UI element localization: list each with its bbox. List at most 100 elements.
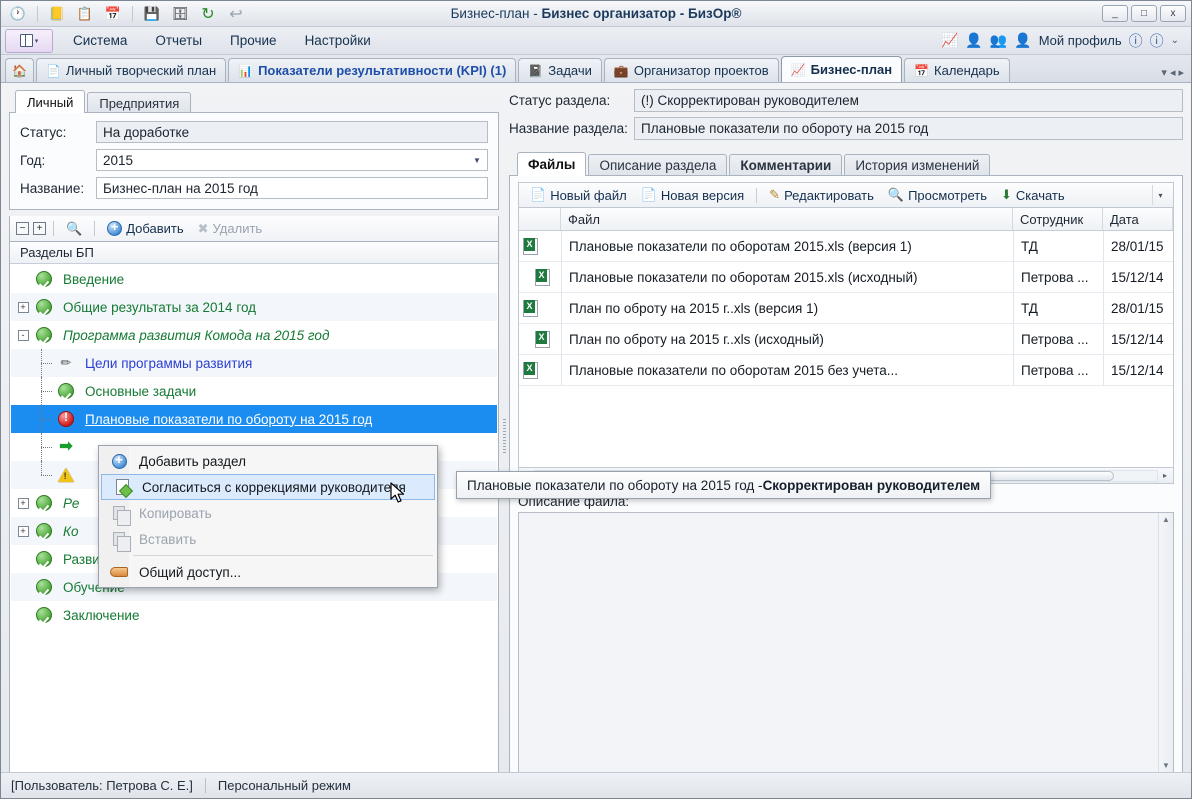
tab-calendar[interactable]: 📅Календарь <box>904 58 1010 82</box>
tree-expander[interactable]: + <box>15 498 31 509</box>
context-menu-item-share[interactable]: Общий доступ... <box>99 559 437 585</box>
save-icon[interactable]: 💾 <box>139 3 165 25</box>
tree-row[interactable]: + Общие результаты за 2014 год <box>11 293 497 321</box>
clock-icon[interactable]: 🕐 <box>5 3 31 25</box>
tree-item-label: Ре <box>57 496 79 511</box>
user-icon[interactable]: 👤 <box>965 32 982 49</box>
document-icon: 📄 <box>46 65 61 77</box>
tab-change-history[interactable]: История изменений <box>844 154 990 176</box>
tab-section-description[interactable]: Описание раздела <box>588 154 727 176</box>
menu-item-settings[interactable]: Настройки <box>291 29 385 52</box>
main-content: Личный Предприятия Статус: На доработке … <box>1 83 1191 782</box>
new-calendar-icon[interactable]: 📅 <box>100 3 126 25</box>
table-row[interactable]: Плановые показатели по оборотам 2015.xls… <box>519 262 1173 293</box>
description-scrollbar[interactable]: ▲ ▼ <box>1158 513 1173 772</box>
context-menu-divider <box>133 555 433 556</box>
tree-row-selected[interactable]: Плановые показатели по обороту на 2015 г… <box>11 405 497 433</box>
view-file-button[interactable]: 🔍 Просмотреть <box>882 185 993 205</box>
find-button[interactable]: 🔍 <box>61 219 87 239</box>
context-menu-item-accept-corrections[interactable]: Согласиться с коррекциями руководителя <box>101 474 435 500</box>
scroll-down-icon[interactable]: ▼ <box>1162 761 1170 770</box>
edit-label: Редактировать <box>784 188 874 203</box>
new-file-label: Новый файл <box>550 188 627 203</box>
tab-scroll-left-icon[interactable]: ◂ <box>1170 66 1176 79</box>
tab-scroll-right-icon[interactable]: ▸ <box>1178 66 1184 79</box>
tab-kpi[interactable]: 📊Показатели результативности (KPI) (1) <box>228 58 516 82</box>
menu-item-system[interactable]: Система <box>59 29 141 52</box>
tab-home[interactable]: 🏠 <box>5 58 34 82</box>
table-row[interactable]: Плановые показатели по оборотам 2015 без… <box>519 355 1173 386</box>
tab-label: Календарь <box>934 63 1000 78</box>
add-section-button[interactable]: Добавить <box>102 219 188 238</box>
vertical-splitter[interactable] <box>499 89 509 782</box>
tree-expander[interactable]: + <box>15 526 31 537</box>
column-header-file[interactable]: Файл <box>561 208 1013 230</box>
tab-project-organizer[interactable]: 💼Организатор проектов <box>604 58 779 82</box>
new-version-button[interactable]: 📄 Новая версия <box>635 185 750 205</box>
file-date-cell: 15/12/14 <box>1103 355 1173 385</box>
chevron-down-icon[interactable]: ⌄ <box>1171 35 1179 46</box>
info-icon[interactable]: ⓘ <box>1150 31 1164 51</box>
year-select[interactable]: 2015 ▼ <box>96 149 488 171</box>
tree-row[interactable]: - Программа развития Комода на 2015 год <box>11 321 497 349</box>
users-icon[interactable]: 👥 <box>990 32 1007 49</box>
save-all-icon[interactable]: 🗄 <box>167 3 193 25</box>
menu-item-other[interactable]: Прочие <box>216 29 291 52</box>
tab-files[interactable]: Файлы <box>517 152 586 176</box>
app-menu-button[interactable]: ▾ <box>5 29 53 53</box>
new-note-icon[interactable]: 📒 <box>44 3 70 25</box>
scroll-up-icon[interactable]: ▲ <box>1162 515 1170 524</box>
file-name-cell: Плановые показатели по оборотам 2015 без… <box>561 355 1013 385</box>
table-row[interactable]: План по оброту на 2015 г..xls (исходный)… <box>519 324 1173 355</box>
delete-section-button[interactable]: ✖ Удалить <box>193 219 268 239</box>
tree-row[interactable]: Основные задачи <box>11 377 497 405</box>
file-description-textarea[interactable]: ▲ ▼ <box>518 512 1174 773</box>
subtab-personal[interactable]: Личный <box>15 90 85 113</box>
new-task-icon[interactable]: 📋 <box>72 3 98 25</box>
column-header-employee[interactable]: Сотрудник <box>1013 208 1103 230</box>
menu-item-reports[interactable]: Отчеты <box>141 29 216 52</box>
tab-comments[interactable]: Комментарии <box>729 154 842 176</box>
splitter-grip <box>503 419 506 453</box>
tree-row[interactable]: ✏ Цели программы развития <box>11 349 497 377</box>
undo-icon[interactable]: ↩ <box>223 3 249 25</box>
refresh-icon[interactable]: ↻ <box>195 3 221 25</box>
column-header-date[interactable]: Дата <box>1103 208 1173 230</box>
table-row[interactable]: План по оброту на 2015 г..xls (версия 1)… <box>519 293 1173 324</box>
close-button[interactable]: x <box>1160 5 1186 22</box>
scroll-right-icon[interactable]: ▸ <box>1158 469 1172 482</box>
toolbar-overflow-button[interactable]: ▾ <box>1152 185 1168 205</box>
year-value: 2015 <box>103 153 133 168</box>
context-menu-item-add-section[interactable]: Добавить раздел <box>99 448 437 474</box>
tab-business-plan[interactable]: 📈Бизнес-план <box>781 56 902 82</box>
tab-list-dropdown-icon[interactable]: ▾ <box>1161 66 1167 79</box>
status-bar: [Пользователь: Петрова С. Е.] Персональн… <box>1 772 1191 798</box>
maximize-button[interactable]: □ <box>1131 5 1157 22</box>
chart-icon[interactable]: 📈 <box>941 32 958 49</box>
download-file-button[interactable]: ⬇ Скачать <box>995 185 1071 205</box>
chart-bars-icon: 📊 <box>238 65 253 77</box>
tree-indent-guide <box>31 461 53 489</box>
status-icon-check <box>31 579 57 595</box>
table-row[interactable]: Плановые показатели по оборотам 2015.xls… <box>519 231 1173 262</box>
my-profile-link[interactable]: Мой профиль <box>1039 33 1122 48</box>
tab-personal-creative-plan[interactable]: 📄Личный творческий план <box>36 58 226 82</box>
help-icon[interactable]: ⓘ <box>1129 31 1143 51</box>
tree-expander[interactable]: + <box>15 302 31 313</box>
collapse-all-button[interactable]: − <box>16 222 29 235</box>
subtab-enterprises[interactable]: Предприятия <box>87 92 191 113</box>
tree-expander[interactable]: - <box>15 330 31 341</box>
expand-all-button[interactable]: + <box>33 222 46 235</box>
tree-row[interactable]: Заключение <box>11 601 497 629</box>
new-file-button[interactable]: 📄 Новый файл <box>524 185 633 205</box>
chevron-down-icon[interactable]: ▼ <box>467 150 487 170</box>
minimize-button[interactable]: _ <box>1102 5 1128 22</box>
edit-file-button[interactable]: ✎ Редактировать <box>763 185 880 205</box>
status-icon-check <box>31 551 57 567</box>
context-menu-label: Общий доступ... <box>131 565 241 580</box>
user-info-icon[interactable]: 👤 <box>1014 32 1031 49</box>
tree-row[interactable]: Введение <box>11 265 497 293</box>
section-name-row: Название раздела: Плановые показатели по… <box>509 117 1183 140</box>
name-input[interactable]: Бизнес-план на 2015 год <box>96 177 488 199</box>
tab-tasks[interactable]: 📓Задачи <box>518 58 602 82</box>
